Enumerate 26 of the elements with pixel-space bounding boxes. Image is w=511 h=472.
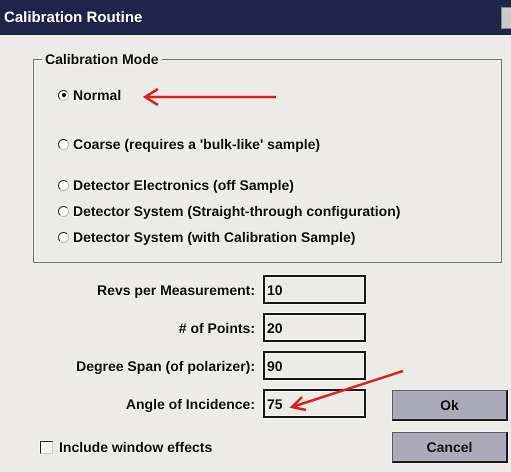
field-label: Angle of Incidence:: [124, 396, 255, 412]
radio-button[interactable]: [58, 206, 69, 216]
window-title: Calibration Routine: [4, 9, 142, 26]
input-field[interactable]: 75: [263, 389, 366, 418]
input-field[interactable]: 20: [263, 313, 366, 342]
option-label[interactable]: Detector System (Straight-through configuration): [73, 203, 400, 219]
arrow-icon: [142, 87, 278, 107]
dialog-button[interactable]: Cancel: [392, 432, 508, 463]
field-label: # of Points:: [178, 320, 255, 336]
option-label[interactable]: Normal: [73, 87, 122, 103]
option-label[interactable]: Detector Electronics (off Sample): [73, 177, 294, 193]
field-label: Degree Span (of polarizer):: [75, 358, 255, 374]
checkbox[interactable]: [40, 440, 53, 454]
input-field[interactable]: 10: [263, 275, 366, 304]
arrow-icon: [288, 367, 406, 413]
input-field[interactable]: 90: [263, 351, 366, 380]
checkbox-label[interactable]: Include window effects: [59, 439, 212, 455]
radio-button[interactable]: [58, 138, 69, 150]
radio-button[interactable]: [58, 90, 69, 100]
group-label: Calibration Mode: [42, 51, 162, 67]
radio-button[interactable]: [58, 180, 69, 190]
option-label[interactable]: Detector System (with Calibration Sample): [73, 229, 356, 245]
radio-button[interactable]: [58, 232, 69, 242]
field-label: Revs per Measurement:: [96, 282, 255, 298]
dialog-button[interactable]: Ok: [392, 390, 508, 421]
option-label[interactable]: Coarse (requires a 'bulk-like' sample): [73, 136, 320, 152]
